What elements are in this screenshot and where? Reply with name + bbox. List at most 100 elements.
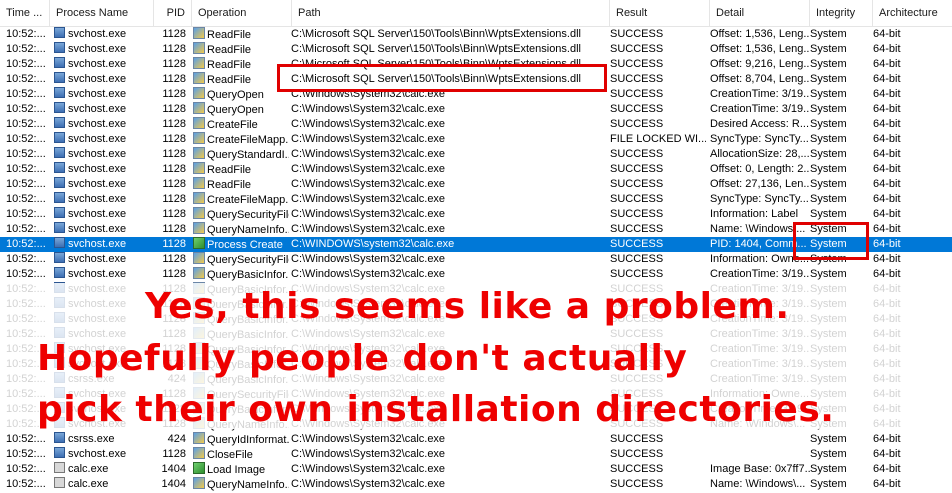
cell-time-text: 10:52:... <box>6 58 46 70</box>
cell-pid: 1128 <box>156 177 186 192</box>
table-row[interactable]: 10:52:... svchost.exe 1128 ReadFile C:\Micro… <box>0 27 952 42</box>
cell-result-text: SUCCESS <box>610 163 664 175</box>
cell-path-text: C:\Windows\System32\calc.exe <box>291 433 446 445</box>
service-host-icon <box>54 102 65 113</box>
cell-result-text: SUCCESS <box>610 433 664 445</box>
cell-integrity-text: System <box>810 478 847 490</box>
column-pid[interactable]: PID <box>154 0 192 26</box>
table-row[interactable]: 10:52:... svchost.exe 1128 ReadFile C:\Windo… <box>0 177 952 192</box>
cell-pid-text: 1404 <box>161 478 186 490</box>
cell-detail: Offset: 1,536, Leng... <box>710 27 810 42</box>
service-host-icon <box>54 207 65 218</box>
cell-time-text: 10:52:... <box>6 88 46 100</box>
file-system-icon <box>193 252 205 264</box>
cell-operation-text: Process Create <box>207 239 283 251</box>
cell-pid-text: 1128 <box>162 163 186 175</box>
cell-operation: ReadFile <box>193 27 289 42</box>
column-detail[interactable]: Detail <box>710 0 810 26</box>
cell-path-text: C:\Windows\System32\calc.exe <box>291 223 446 235</box>
cell-architecture-text: 64-bit <box>873 463 901 475</box>
cell-process: svchost.exe <box>54 447 154 462</box>
service-host-icon <box>54 72 65 83</box>
cell-path: C:\Windows\System32\calc.exe <box>291 432 607 447</box>
cell-result: SUCCESS <box>610 222 706 237</box>
column-architecture[interactable]: Architecture <box>873 0 952 26</box>
cell-architecture: 64-bit <box>873 477 933 492</box>
cell-process: svchost.exe <box>54 132 154 147</box>
table-row[interactable]: 10:52:... csrss.exe 424 QueryIdInformat... C… <box>0 432 952 447</box>
cell-architecture-text: 64-bit <box>873 148 901 160</box>
table-row[interactable]: 10:52:... svchost.exe 1128 QueryOpen C:\Wind… <box>0 102 952 117</box>
cell-process-text: svchost.exe <box>68 28 127 40</box>
cell-path-text: C:\Microsoft SQL Server\150\Tools\Binn\W… <box>291 43 581 55</box>
cell-integrity: System <box>810 117 870 132</box>
cell-detail-text: Desired Access: R... <box>710 118 810 130</box>
table-row[interactable]: 10:52:... svchost.exe 1128 QueryBasicInfor.… <box>0 267 952 282</box>
table-row[interactable]: 10:52:... svchost.exe 1128 ReadFile C:\Windo… <box>0 162 952 177</box>
cell-operation: QueryNameInfo... <box>193 222 289 237</box>
cell-operation: QueryOpen <box>193 87 289 102</box>
column-process-name[interactable]: Process Name <box>50 0 154 26</box>
table-row[interactable]: 10:52:... svchost.exe 1128 CreateFileMapp..… <box>0 192 952 207</box>
cell-process: svchost.exe <box>54 117 154 132</box>
cell-result: SUCCESS <box>610 162 706 177</box>
file-system-icon <box>193 447 205 459</box>
cell-time: 10:52:... <box>6 132 50 147</box>
cell-pid-text: 1128 <box>162 73 186 85</box>
cell-architecture: 64-bit <box>873 162 933 177</box>
cell-architecture-text: 64-bit <box>873 223 901 235</box>
cell-operation-text: ReadFile <box>207 74 252 86</box>
cell-result: SUCCESS <box>610 252 706 267</box>
cell-result: SUCCESS <box>610 267 706 282</box>
cell-operation-text: QueryOpen <box>207 104 264 116</box>
table-row[interactable]: 10:52:... svchost.exe 1128 QuerySecurityFil… <box>0 207 952 222</box>
cell-result-text: SUCCESS <box>610 88 664 100</box>
cell-architecture: 64-bit <box>873 132 933 147</box>
cell-integrity: System <box>810 147 870 162</box>
cell-integrity-text: System <box>810 163 847 175</box>
column-time[interactable]: Time ... <box>0 0 50 26</box>
column-result[interactable]: Result <box>610 0 710 26</box>
cell-time-text: 10:52:... <box>6 28 46 40</box>
cell-time: 10:52:... <box>6 102 50 117</box>
cell-detail-text: CreationTime: 3/19... <box>710 268 810 280</box>
cell-operation: ReadFile <box>193 177 289 192</box>
cell-process-text: svchost.exe <box>68 223 127 235</box>
cell-path: C:\Windows\System32\calc.exe <box>291 192 607 207</box>
cell-operation-text: CreateFile <box>207 119 258 131</box>
file-system-icon <box>193 87 205 99</box>
annotation-line-2: Hopefully people don't actually <box>37 338 688 379</box>
file-system-icon <box>193 147 205 159</box>
table-row[interactable]: 10:52:... calc.exe 1404 Load Image C:\Window… <box>0 462 952 477</box>
table-row[interactable]: 10:52:... calc.exe 1404 QueryNameInfo... C:\… <box>0 477 952 492</box>
cell-pid: 1128 <box>156 447 186 462</box>
cell-result-text: SUCCESS <box>610 58 664 70</box>
cell-operation-text: QueryBasicInfor... <box>207 269 289 281</box>
cell-time-text: 10:52:... <box>6 448 46 460</box>
cell-architecture: 64-bit <box>873 222 933 237</box>
cell-process: svchost.exe <box>54 72 154 87</box>
cell-path: C:\Windows\System32\calc.exe <box>291 447 607 462</box>
cell-architecture-text: 64-bit <box>873 238 901 250</box>
cell-process: svchost.exe <box>54 222 154 237</box>
cell-process: svchost.exe <box>54 102 154 117</box>
table-row[interactable]: 10:52:... svchost.exe 1128 ReadFile C:\Micro… <box>0 42 952 57</box>
cell-time: 10:52:... <box>6 477 50 492</box>
table-row[interactable]: 10:52:... svchost.exe 1128 CreateFile C:\Win… <box>0 117 952 132</box>
cell-time: 10:52:... <box>6 432 50 447</box>
service-host-icon <box>54 432 65 443</box>
cell-architecture: 64-bit <box>873 192 933 207</box>
cell-time: 10:52:... <box>6 27 50 42</box>
cell-integrity: System <box>810 267 870 282</box>
cell-operation-text: CreateFileMapp... <box>207 194 289 206</box>
table-row[interactable]: 10:52:... svchost.exe 1128 CreateFileMapp..… <box>0 132 952 147</box>
cell-process: calc.exe <box>54 462 154 477</box>
column-operation[interactable]: Operation <box>192 0 292 26</box>
cell-detail: CreationTime: 3/19... <box>710 267 810 282</box>
table-row[interactable]: 10:52:... svchost.exe 1128 QueryStandardI..… <box>0 147 952 162</box>
column-path[interactable]: Path <box>292 0 610 26</box>
cell-result-text: SUCCESS <box>610 43 664 55</box>
column-integrity[interactable]: Integrity <box>810 0 873 26</box>
cell-result-text: SUCCESS <box>610 223 664 235</box>
table-row[interactable]: 10:52:... svchost.exe 1128 CloseFile C:\Wind… <box>0 447 952 462</box>
